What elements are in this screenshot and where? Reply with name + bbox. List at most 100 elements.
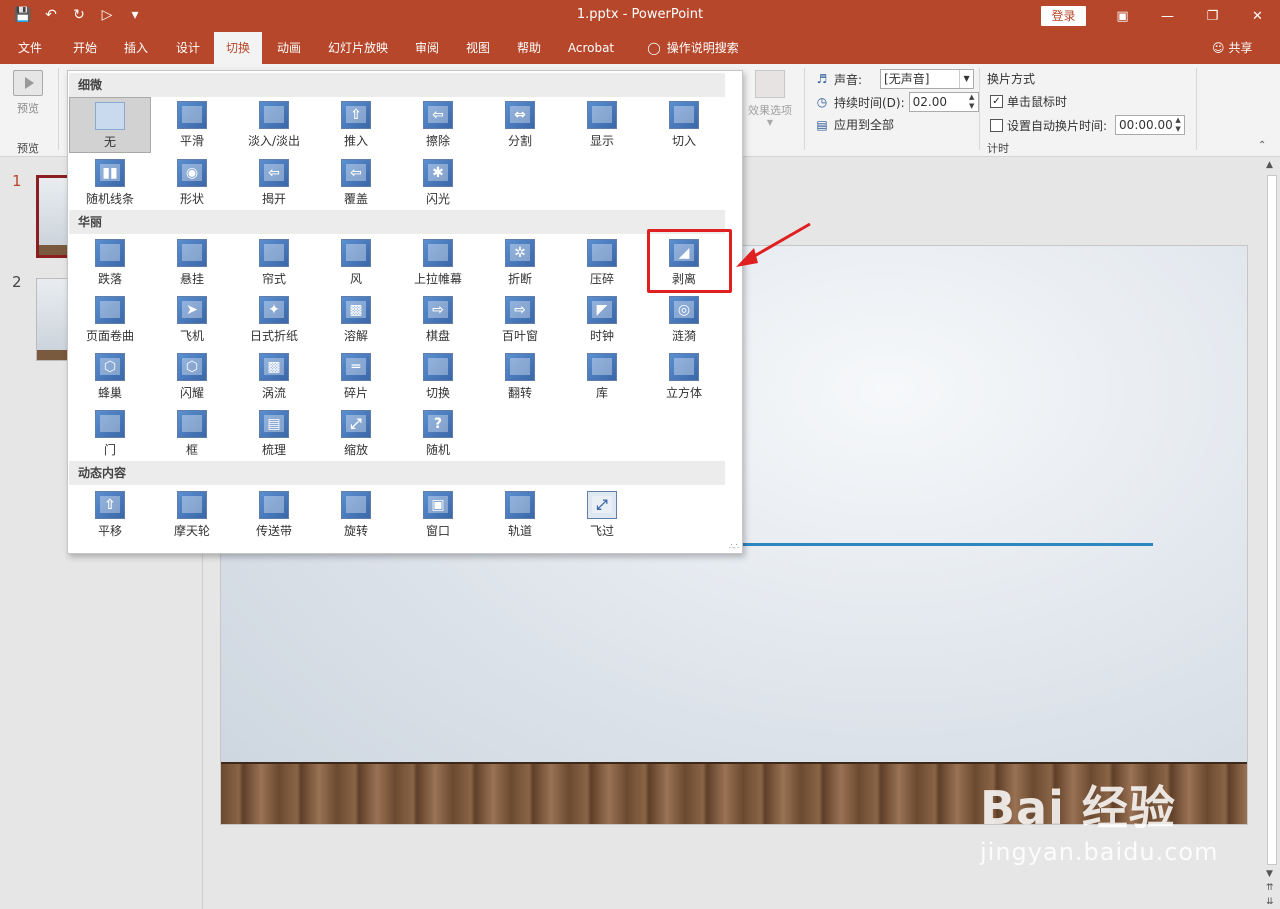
chevron-down-icon[interactable]: ▼	[959, 70, 973, 88]
transition-wipe[interactable]: ⇦ 擦除	[397, 97, 479, 153]
transition-page-curl-icon	[95, 296, 125, 324]
advance-label: 换片方式	[987, 72, 1036, 86]
transition-fade[interactable]: 淡入/淡出	[233, 97, 315, 153]
maximize-icon[interactable]: ❐	[1190, 0, 1235, 32]
customize-icon[interactable]: ▾	[126, 6, 144, 24]
spinner-arrows-icon[interactable]: ▲ ▼	[1172, 116, 1184, 134]
transition-page-curl[interactable]: 页面卷曲	[69, 292, 151, 348]
tab-view[interactable]: 视图	[456, 32, 500, 64]
apply-all-button[interactable]: ▤ 应用到全部	[814, 116, 894, 133]
split-arrows-icon: ⇔	[505, 101, 535, 129]
tab-acrobat[interactable]: Acrobat	[560, 32, 622, 64]
transition-random-bars[interactable]: ▮▮ 随机线条	[69, 155, 151, 211]
transition-push[interactable]: ⇧ 推入	[315, 97, 397, 153]
transition-clock[interactable]: ◤ 时钟	[561, 292, 643, 348]
collapse-ribbon-icon[interactable]: ⌃	[1258, 140, 1266, 151]
transition-reveal[interactable]: 显示	[561, 97, 643, 153]
dissolve-icon: ▩	[341, 296, 371, 324]
scrollbar-thumb[interactable]	[1267, 175, 1277, 865]
transition-none[interactable]: 无	[69, 97, 151, 153]
transition-conveyor[interactable]: 传送带	[233, 487, 315, 543]
share-button[interactable]: ☺ 共享	[1212, 32, 1253, 64]
tab-home[interactable]: 开始	[62, 32, 108, 64]
after-checkbox[interactable]	[990, 118, 1003, 132]
transition-flash[interactable]: ✱ 闪光	[397, 155, 479, 211]
transition-shape[interactable]: ◉ 形状	[151, 155, 233, 211]
next-slide-icon[interactable]: ⇊	[1266, 897, 1274, 907]
transition-origami[interactable]: ✦ 日式折纸	[233, 292, 315, 348]
transition-switch[interactable]: 切换	[397, 349, 479, 405]
transition-doors[interactable]: 门	[69, 406, 151, 462]
scroll-up-icon[interactable]: ▲	[1266, 160, 1273, 170]
speaker-icon: ♬	[816, 72, 828, 86]
transitions-gallery: 细微 无 平滑 淡入/淡出 ⇧ 推入 ⇦ 擦除 ⇔ 分割 显示 切入 ▮▮ 随机线条 ◉…	[67, 70, 743, 554]
tab-slideshow[interactable]: 幻灯片放映	[320, 32, 396, 64]
transition-gallery[interactable]: 库	[561, 349, 643, 405]
resize-grip-icon[interactable]: ∴∴	[729, 542, 739, 551]
preview-button[interactable]: 预览	[8, 70, 48, 116]
transition-prestige[interactable]: 上拉帷幕	[397, 235, 479, 291]
tab-animations[interactable]: 动画	[266, 32, 312, 64]
transition-fracture[interactable]: ✲ 折断	[479, 235, 561, 291]
transition-flip[interactable]: 翻转	[479, 349, 561, 405]
cube-icon	[669, 353, 699, 381]
prev-slide-icon[interactable]: ⇈	[1266, 883, 1274, 893]
spinner-arrows-icon[interactable]: ▲ ▼	[966, 93, 978, 111]
transition-honeycomb[interactable]: ⬡ 蜂巢	[69, 349, 151, 405]
transition-orbit[interactable]: 轨道	[479, 487, 561, 543]
transition-dissolve[interactable]: ▩ 溶解	[315, 292, 397, 348]
apply-all-icon: ▤	[816, 117, 828, 132]
transition-checkerboard[interactable]: ⇨ 棋盘	[397, 292, 479, 348]
on-click-checkbox[interactable]: ✓	[990, 95, 1003, 108]
transition-blinds[interactable]: ⇨ 百叶窗	[479, 292, 561, 348]
after-time-input[interactable]: 00:00.00 ▲ ▼	[1115, 115, 1186, 135]
tell-me-search[interactable]: ◯ 操作说明搜索	[638, 32, 748, 64]
duration-input[interactable]: 02.00 ▲ ▼	[908, 92, 979, 112]
restore-ribbon-icon[interactable]: ▣	[1100, 0, 1145, 32]
transition-pan[interactable]: ⇧ 平移	[69, 487, 151, 543]
effect-options-button[interactable]: 效果选项 ▼	[744, 70, 796, 127]
transition-curtains[interactable]: 帘式	[233, 235, 315, 291]
tab-transitions[interactable]: 切换	[214, 32, 262, 64]
scroll-down-icon[interactable]: ▼	[1266, 869, 1273, 879]
after-row: 设置自动换片时间: 00:00.00 ▲ ▼	[990, 115, 1186, 135]
redo-icon[interactable]: ↻	[70, 6, 88, 24]
transition-rotate[interactable]: 旋转	[315, 487, 397, 543]
undo-icon[interactable]: ↶	[42, 6, 60, 24]
transition-zoom[interactable]: ⤢ 缩放	[315, 406, 397, 462]
transition-box[interactable]: 框	[151, 406, 233, 462]
tab-file[interactable]: 文件	[8, 32, 52, 64]
transition-glitter[interactable]: ⬡ 闪耀	[151, 349, 233, 405]
minimize-icon[interactable]: —	[1145, 0, 1190, 32]
transition-random[interactable]: ? 随机	[397, 406, 479, 462]
transition-split[interactable]: ⇔ 分割	[479, 97, 561, 153]
tab-insert[interactable]: 插入	[114, 32, 158, 64]
transition-uncover[interactable]: ⇦ 揭开	[233, 155, 315, 211]
transition-cover[interactable]: ⇦ 覆盖	[315, 155, 397, 211]
transition-drape[interactable]: 悬挂	[151, 235, 233, 291]
transition-fly-through[interactable]: ⤢ 飞过	[561, 487, 643, 543]
transition-ripple[interactable]: ◎ 涟漪	[643, 292, 725, 348]
transition-vortex[interactable]: ▩ 涡流	[233, 349, 315, 405]
transition-fall-over[interactable]: 跌落	[69, 235, 151, 291]
vertical-scrollbar[interactable]: ▲ ▼ ⇈ ⇊	[1264, 157, 1280, 909]
login-button[interactable]: 登录	[1041, 6, 1086, 26]
tab-design[interactable]: 设计	[166, 32, 210, 64]
transition-window[interactable]: ▣ 窗口	[397, 487, 479, 543]
sound-select[interactable]: [无声音] ▼	[880, 69, 975, 89]
transition-airplane[interactable]: ➤ 飞机	[151, 292, 233, 348]
tab-help[interactable]: 帮助	[506, 32, 552, 64]
close-icon[interactable]: ✕	[1235, 0, 1280, 32]
transition-shred[interactable]: ═ 碎片	[315, 349, 397, 405]
transition-wind[interactable]: 风	[315, 235, 397, 291]
transition-cut[interactable]: 切入	[643, 97, 725, 153]
transition-morph[interactable]: 平滑	[151, 97, 233, 153]
highlight-box	[647, 229, 732, 293]
transition-comb[interactable]: ▤ 梳理	[233, 406, 315, 462]
present-icon[interactable]: ▷	[98, 6, 116, 24]
transition-ferris-wheel[interactable]: 摩天轮	[151, 487, 233, 543]
transition-crush[interactable]: 压碎	[561, 235, 643, 291]
transition-cube[interactable]: 立方体	[643, 349, 725, 405]
tab-review[interactable]: 审阅	[404, 32, 450, 64]
save-icon[interactable]: 💾	[14, 6, 32, 24]
